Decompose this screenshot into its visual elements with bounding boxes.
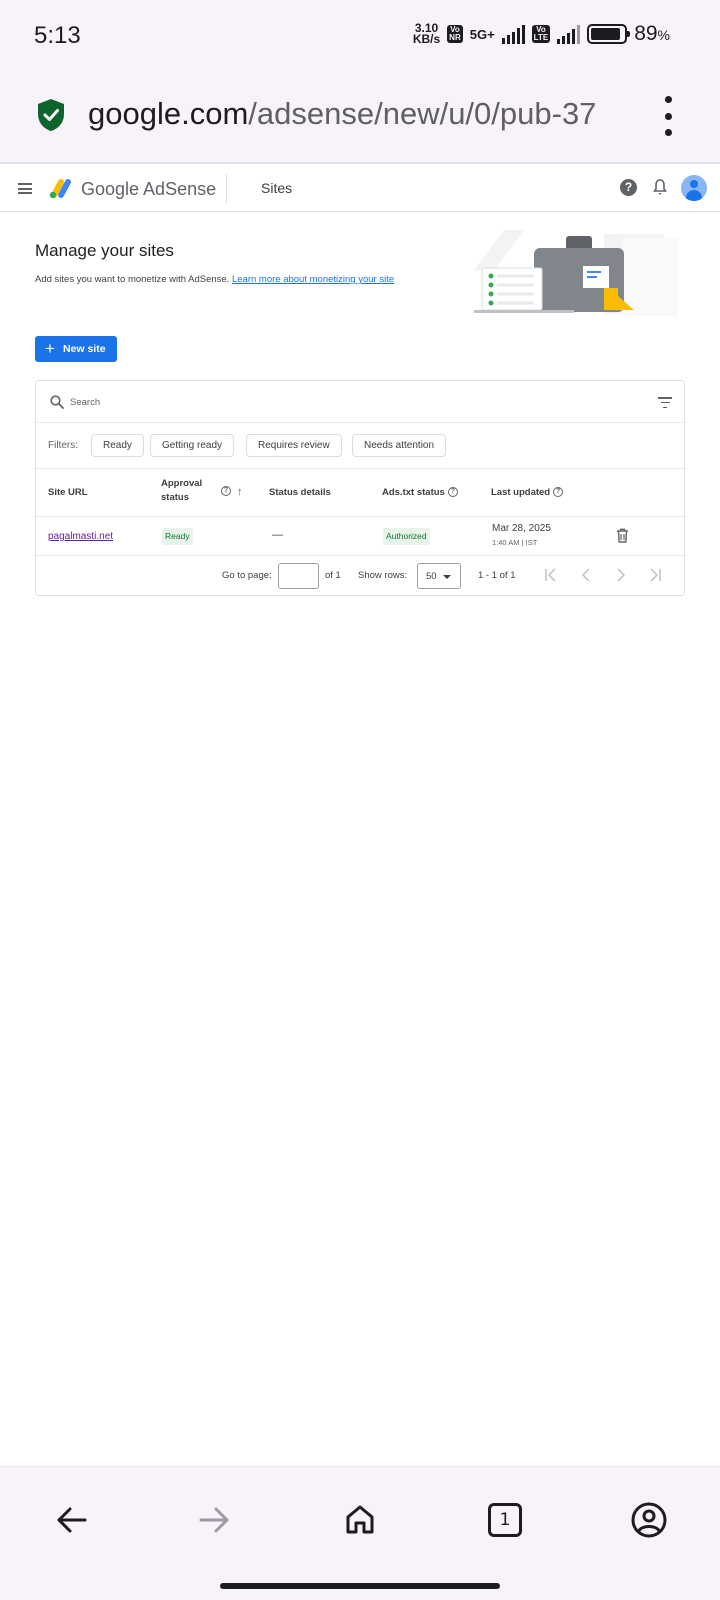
plus-icon: +: [45, 339, 55, 358]
filter-chip-requires-review[interactable]: Requires review: [246, 434, 342, 457]
browser-bottom-nav: 1: [0, 1466, 720, 1600]
new-site-label: New site: [62, 343, 106, 355]
volte-lte-icon: Vo LTE: [531, 25, 551, 43]
url-host: google.com: [88, 96, 249, 131]
next-page-icon[interactable]: [613, 567, 629, 583]
header-divider: [226, 174, 227, 204]
browser-menu-icon[interactable]: [660, 96, 676, 136]
page-description: Add sites you want to monetize with AdSe…: [35, 274, 394, 285]
col-status-details: Status details: [269, 487, 331, 498]
pagination: Go to page: of 1 Show rows: 50 1 - 1 of …: [36, 557, 684, 595]
status-icons: 3.10 KB/s Vo NR 5G+ Vo LTE 89%: [413, 22, 670, 46]
search-icon: [50, 395, 64, 409]
page-number-input[interactable]: [278, 563, 319, 589]
account-avatar[interactable]: [681, 175, 707, 201]
sites-illustration: [474, 230, 678, 316]
last-updated-time: 1:40 AM | IST: [492, 538, 538, 547]
adsense-logo-icon: [49, 179, 71, 199]
volte-nr-icon: Vo NR: [447, 25, 463, 43]
filters-row: Filters: Ready Getting ready Requires re…: [36, 423, 684, 469]
last-updated-date: Mar 28, 2025: [492, 523, 551, 534]
page-count-label: of 1: [325, 570, 341, 581]
last-updated-help-icon[interactable]: ?: [553, 487, 564, 498]
learn-more-link[interactable]: Learn more about monetizing your site: [232, 274, 394, 285]
col-site-url[interactable]: Site URL: [48, 487, 88, 498]
ads-txt-help-icon[interactable]: ?: [447, 487, 458, 498]
approval-help-icon[interactable]: ?: [218, 486, 231, 497]
approval-help-glyph: ?: [221, 486, 231, 497]
rows-per-page-select[interactable]: 50: [417, 563, 461, 589]
section-title: Sites: [261, 180, 293, 196]
network-speed: 3.10 KB/s: [412, 22, 441, 46]
col-last-updated: Last updated?: [491, 487, 564, 498]
description-text: Add sites you want to monetize with AdSe…: [35, 274, 230, 285]
go-to-page-label: Go to page:: [222, 570, 272, 581]
battery-icon: [587, 24, 631, 44]
account-circle-icon: [631, 1502, 667, 1538]
clock: 5:13: [34, 22, 81, 49]
col-approval-line2: status: [161, 492, 189, 503]
adsense-header: Google AdSense Sites ?: [0, 166, 720, 212]
filter-icon[interactable]: [658, 397, 672, 408]
table-header: Site URL Approval status ? ↑ Status deta…: [36, 469, 684, 517]
sort-ascending-icon[interactable]: ↑: [237, 486, 243, 498]
table-row: pagalmasti.net Ready — Authorized Mar 28…: [36, 517, 684, 556]
url-fade: [590, 92, 650, 142]
status-bar: 5:13 3.10 KB/s Vo NR 5G+ Vo LTE 89%: [0, 0, 720, 72]
notifications-bell-icon[interactable]: [653, 178, 667, 196]
filters-label: Filters:: [48, 440, 78, 451]
filter-chip-getting-ready[interactable]: Getting ready: [150, 434, 235, 457]
col-ads-txt-status: Ads.txt status?: [382, 487, 458, 498]
home-indicator[interactable]: [220, 1583, 500, 1589]
home-button[interactable]: [340, 1500, 380, 1540]
help-icon[interactable]: ?: [620, 179, 637, 196]
row-range-label: 1 - 1 of 1: [478, 570, 516, 581]
volte-lte-badge-bottom: LTE: [533, 33, 549, 42]
site-url-link[interactable]: pagalmasti.net: [48, 531, 113, 542]
approval-status-badge: Ready: [162, 528, 193, 545]
hamburger-menu-icon[interactable]: [18, 183, 32, 194]
network-speed-unit: KB/s: [412, 32, 441, 46]
signal-icon-2: [557, 24, 581, 44]
col-approval-status[interactable]: Approval status: [161, 477, 202, 505]
sites-table-card: Filters: Ready Getting ready Requires re…: [35, 380, 685, 596]
battery-percent: 89%: [634, 22, 670, 45]
first-page-icon[interactable]: [543, 567, 559, 583]
account-button[interactable]: [629, 1500, 669, 1540]
forward-button[interactable]: [195, 1500, 235, 1540]
ads-txt-status-badge: Authorized: [383, 528, 430, 545]
brand-name: Google AdSense: [81, 179, 217, 199]
forward-arrow-icon: [199, 1507, 229, 1533]
rows-per-page-value: 50: [426, 571, 437, 582]
back-arrow-icon: [57, 1507, 87, 1533]
url-path: /adsense/new/u/0/pub-37: [248, 96, 597, 131]
secure-shield-icon: [38, 99, 64, 131]
dropdown-caret-icon: [443, 575, 451, 579]
signal-icon: [501, 24, 525, 44]
col-approval-line1: Approval: [161, 478, 203, 489]
filter-chip-needs-attention[interactable]: Needs attention: [352, 434, 447, 457]
last-page-icon[interactable]: [647, 567, 663, 583]
delete-trash-icon[interactable]: [616, 528, 629, 543]
previous-page-icon[interactable]: [578, 567, 594, 583]
network-type: 5G+: [469, 26, 495, 42]
search-input[interactable]: [70, 392, 630, 412]
home-icon: [346, 1505, 374, 1534]
filter-chip-ready[interactable]: Ready: [91, 434, 144, 457]
show-rows-label: Show rows:: [358, 570, 408, 581]
back-button[interactable]: [51, 1500, 91, 1540]
status-details-value: —: [272, 529, 283, 541]
col-ads-txt-label: Ads.txt status: [382, 487, 445, 498]
search-row: [36, 381, 684, 423]
tab-count: 1: [488, 1503, 522, 1537]
volte-badge-bottom: NR: [449, 33, 461, 42]
tabs-button[interactable]: 1: [485, 1500, 525, 1540]
url-text[interactable]: google.com/adsense/new/u/0/pub-37: [88, 96, 648, 132]
col-last-updated-label: Last updated: [491, 487, 551, 498]
address-bar[interactable]: google.com/adsense/new/u/0/pub-37: [0, 72, 720, 164]
new-site-button[interactable]: + New site: [35, 336, 117, 362]
page-title: Manage your sites: [35, 241, 174, 260]
